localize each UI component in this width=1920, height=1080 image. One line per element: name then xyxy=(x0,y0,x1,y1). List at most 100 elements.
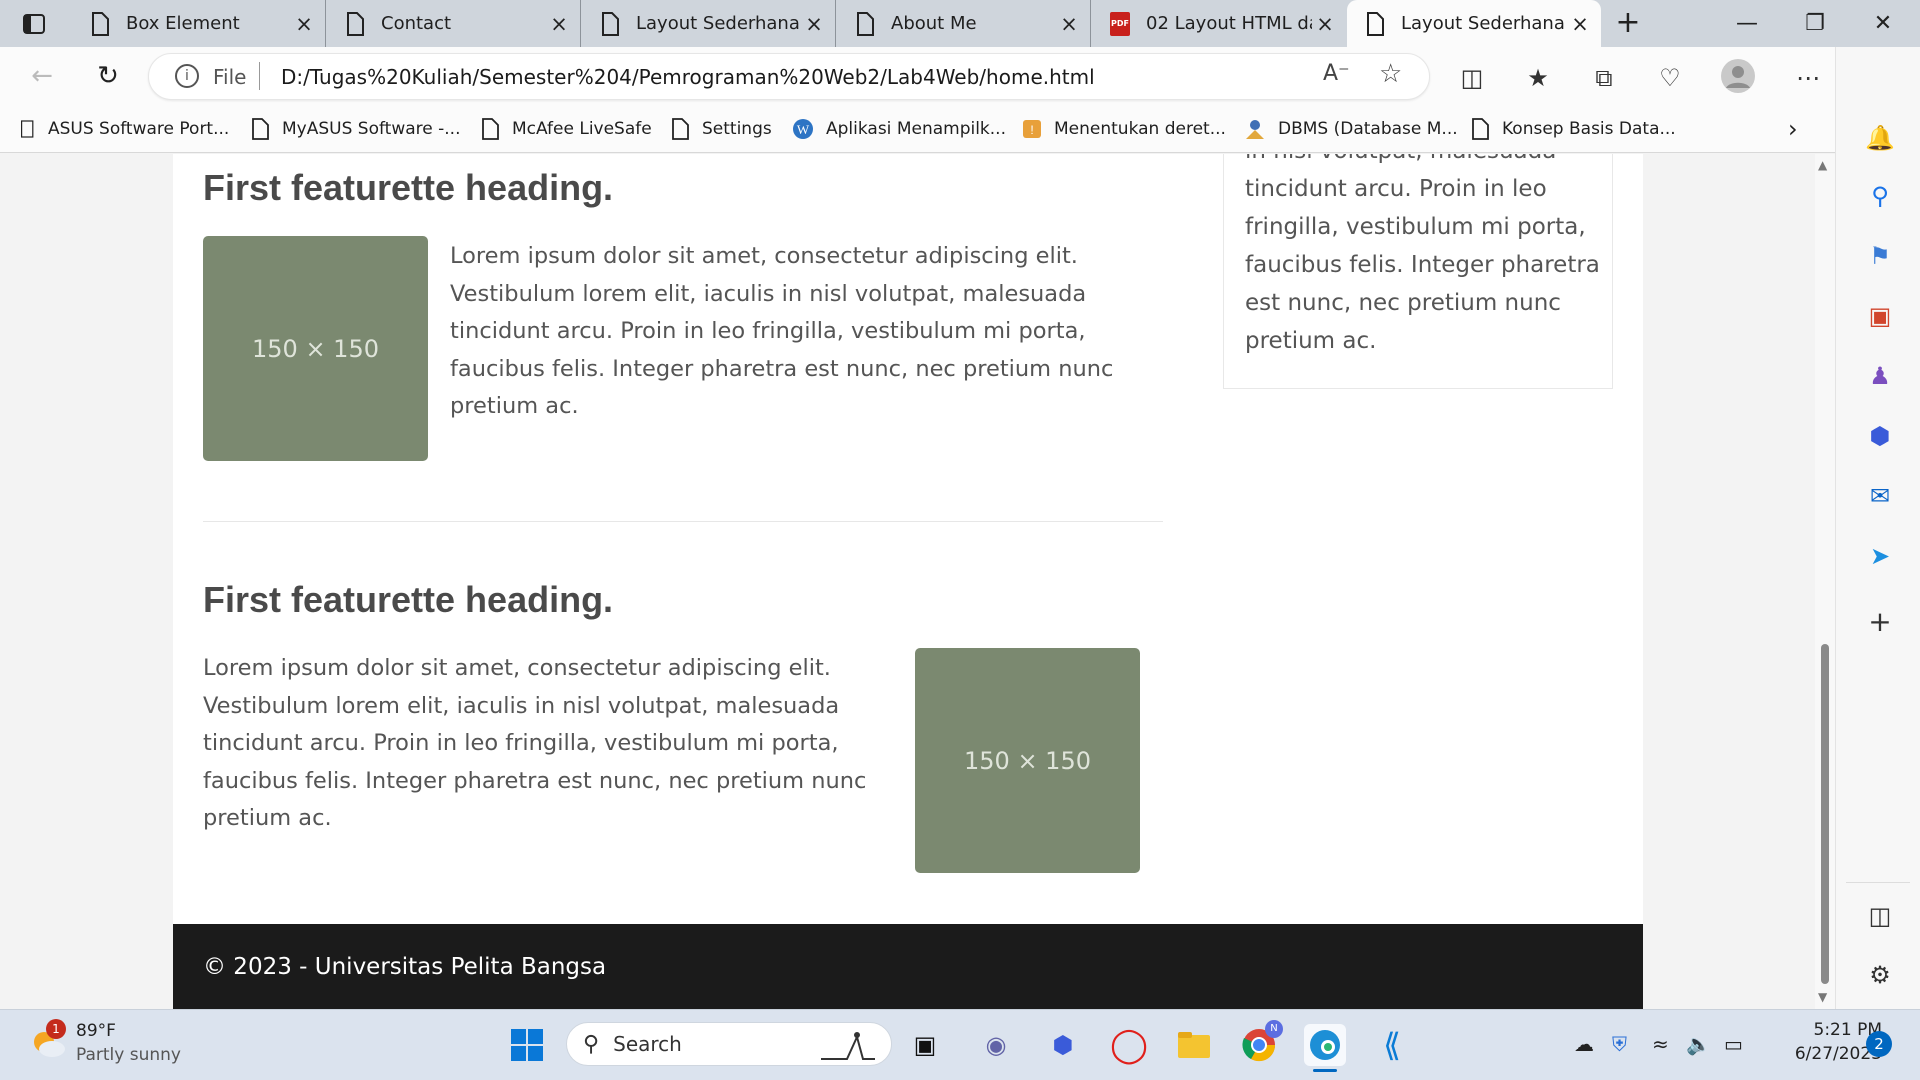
vscode-icon[interactable]: ⟪ xyxy=(1371,1024,1413,1066)
close-icon[interactable]: × xyxy=(291,12,317,36)
wordpress-icon: W xyxy=(793,119,813,139)
bookmark-myasus[interactable]: MyASUS Software -... xyxy=(250,114,460,144)
bookmark-settings[interactable]: Settings xyxy=(670,114,772,144)
tab-actions-icon[interactable] xyxy=(18,10,50,38)
onedrive-icon[interactable]: ☁ xyxy=(1574,1032,1594,1056)
restore-icon[interactable]: ❐ xyxy=(1790,8,1840,40)
file-explorer-icon[interactable] xyxy=(1173,1024,1215,1066)
tools-icon[interactable]: ▣ xyxy=(1860,296,1900,336)
image-label: 150 × 150 xyxy=(252,334,379,363)
tab-about-me[interactable]: About Me × xyxy=(837,0,1091,47)
search-placeholder: Search xyxy=(613,1032,682,1056)
pdf-icon: PDF xyxy=(1110,11,1130,36)
sidebar-line: faucibus felis. Integer pharetra xyxy=(1245,252,1600,278)
text-line: tincidunt arcu. Proin in leo fringilla, … xyxy=(203,730,839,756)
taskbar-search[interactable]: ⚲ Search xyxy=(566,1022,892,1066)
copilot-icon[interactable]: ⬢ xyxy=(1042,1024,1084,1066)
split-screen-icon[interactable]: ◫ xyxy=(1454,60,1490,96)
tab-layout-sederhana-active[interactable]: Layout Sederhana × xyxy=(1347,0,1601,47)
page-icon xyxy=(1472,118,1489,140)
games-icon[interactable]: ♟ xyxy=(1860,356,1900,396)
send-icon[interactable]: ➤ xyxy=(1860,536,1900,576)
scroll-up-icon[interactable]: ▲ xyxy=(1818,158,1827,172)
security-shield-icon[interactable]: ⛨ xyxy=(1612,1032,1627,1056)
add-icon[interactable]: + xyxy=(1860,602,1900,642)
featurette-text: Lorem ipsum dolor sit amet, consectetur … xyxy=(203,650,866,838)
bookmark-aplikasi[interactable]: W Aplikasi Menampilk... xyxy=(792,114,1006,144)
info-icon[interactable]: i xyxy=(175,64,199,88)
close-icon[interactable]: × xyxy=(801,12,827,36)
page-icon xyxy=(92,11,109,36)
clock-date[interactable]: 6/27/2023 xyxy=(1762,1044,1882,1064)
site-icon: ! xyxy=(1023,120,1041,138)
notification-count-badge[interactable]: 2 xyxy=(1866,1031,1892,1057)
bookmark-label: MyASUS Software -... xyxy=(282,119,461,139)
battery-icon[interactable]: ▭ xyxy=(1724,1032,1743,1056)
chevron-right-icon[interactable]: › xyxy=(1788,114,1798,144)
sidebar-line: in nisl volutpat, malesuada xyxy=(1245,154,1600,170)
clock-time[interactable]: 5:21 PM xyxy=(1762,1020,1883,1040)
collections-icon[interactable]: ⧉ xyxy=(1586,60,1622,96)
page-viewport: in nisl volutpat, malesuada tincidunt ar… xyxy=(0,154,1835,1009)
image-label: 150 × 150 xyxy=(964,746,1091,775)
placeholder-image: 150 × 150 xyxy=(915,648,1140,873)
page-footer: © 2023 - Universitas Pelita Bangsa xyxy=(173,924,1643,1009)
bookmark-label: Konsep Basis Data... xyxy=(1502,119,1676,139)
scrollbar-thumb[interactable] xyxy=(1821,644,1829,984)
volume-icon[interactable]: 🔈 xyxy=(1686,1032,1711,1056)
bookmark-konsep[interactable]: Konsep Basis Data... xyxy=(1470,114,1676,144)
favorite-star-icon[interactable]: ☆ xyxy=(1379,59,1402,89)
teams-chat-icon[interactable]: ◉ xyxy=(975,1024,1017,1066)
tab-contact[interactable]: Contact × xyxy=(327,0,581,47)
sidebar-line: est nunc, nec pretium nunc xyxy=(1245,290,1561,316)
performance-icon[interactable]: ♡ xyxy=(1652,60,1688,96)
opera-icon[interactable]: ◯ xyxy=(1108,1024,1150,1066)
read-aloud-icon[interactable]: A⁻ xyxy=(1323,61,1350,86)
minimize-icon[interactable]: — xyxy=(1722,8,1772,40)
text-line: Lorem ipsum dolor sit amet, consectetur … xyxy=(203,655,831,681)
new-tab-icon[interactable]: + xyxy=(1610,8,1646,40)
more-icon[interactable]: ⋯ xyxy=(1790,60,1826,96)
edge-icon[interactable] xyxy=(1304,1024,1346,1066)
task-view-icon[interactable]: ▣ xyxy=(904,1024,946,1066)
sidebar-line: pretium ac. xyxy=(1245,328,1377,354)
bookmark-label: McAfee LiveSafe xyxy=(512,119,652,139)
settings-gear-icon[interactable]: ⚙ xyxy=(1860,955,1900,995)
page-icon xyxy=(672,118,689,140)
tab-label: Contact xyxy=(381,13,452,34)
bookmark-menentukan[interactable]: ! Menentukan deret... xyxy=(1022,114,1226,144)
divider xyxy=(203,521,1163,522)
tab-pdf-layout[interactable]: PDF 02 Layout HTML da × xyxy=(1092,0,1346,47)
notification-bell-icon[interactable]: 🔔 xyxy=(1860,118,1900,158)
start-windows-icon[interactable] xyxy=(506,1024,548,1066)
favorites-icon[interactable]: ★ xyxy=(1520,60,1556,96)
tab-label: Layout Sederhana xyxy=(1401,13,1565,34)
bookmark-mcafee[interactable]: McAfee LiveSafe xyxy=(480,114,652,144)
tab-label: Box Element xyxy=(126,13,240,34)
url-text[interactable]: D:/Tugas%20Kuliah/Semester%204/Pemrogram… xyxy=(281,65,1095,89)
sidebar-line: fringilla, vestibulum mi porta, xyxy=(1245,214,1586,240)
close-icon[interactable]: × xyxy=(1056,12,1082,36)
close-icon[interactable]: × xyxy=(1312,12,1338,36)
profile-avatar[interactable] xyxy=(1720,58,1756,94)
wifi-icon[interactable]: ≈ xyxy=(1652,1032,1669,1056)
search-icon[interactable]: ⚲ xyxy=(1860,176,1900,216)
microsoft365-icon[interactable]: ⬢ xyxy=(1860,416,1900,456)
close-window-icon[interactable]: ✕ xyxy=(1858,8,1908,40)
page-icon xyxy=(602,11,619,36)
sidebar-text: in nisl volutpat, malesuada tincidunt ar… xyxy=(1245,154,1600,360)
address-bar[interactable]: i File D:/Tugas%20Kuliah/Semester%204/Pe… xyxy=(148,53,1430,100)
bookmark-asus[interactable]: ASUS Software Port... xyxy=(20,114,229,144)
close-icon[interactable]: × xyxy=(546,12,572,36)
close-icon[interactable]: × xyxy=(1567,12,1593,36)
shopping-tag-icon[interactable]: ⚑ xyxy=(1860,236,1900,276)
tab-box-element[interactable]: Box Element × xyxy=(72,0,326,47)
refresh-icon[interactable]: ↻ xyxy=(88,56,128,96)
active-indicator xyxy=(1313,1069,1337,1072)
sidebar-layout-icon[interactable]: ◫ xyxy=(1860,896,1900,936)
scroll-down-icon[interactable]: ▼ xyxy=(1818,990,1827,1004)
outlook-icon[interactable]: ✉ xyxy=(1860,476,1900,516)
tab-layout-sederhana[interactable]: Layout Sederhana × xyxy=(582,0,836,47)
bookmark-dbms[interactable]: DBMS (Database M... xyxy=(1244,114,1458,144)
back-icon[interactable]: ← xyxy=(22,56,62,96)
